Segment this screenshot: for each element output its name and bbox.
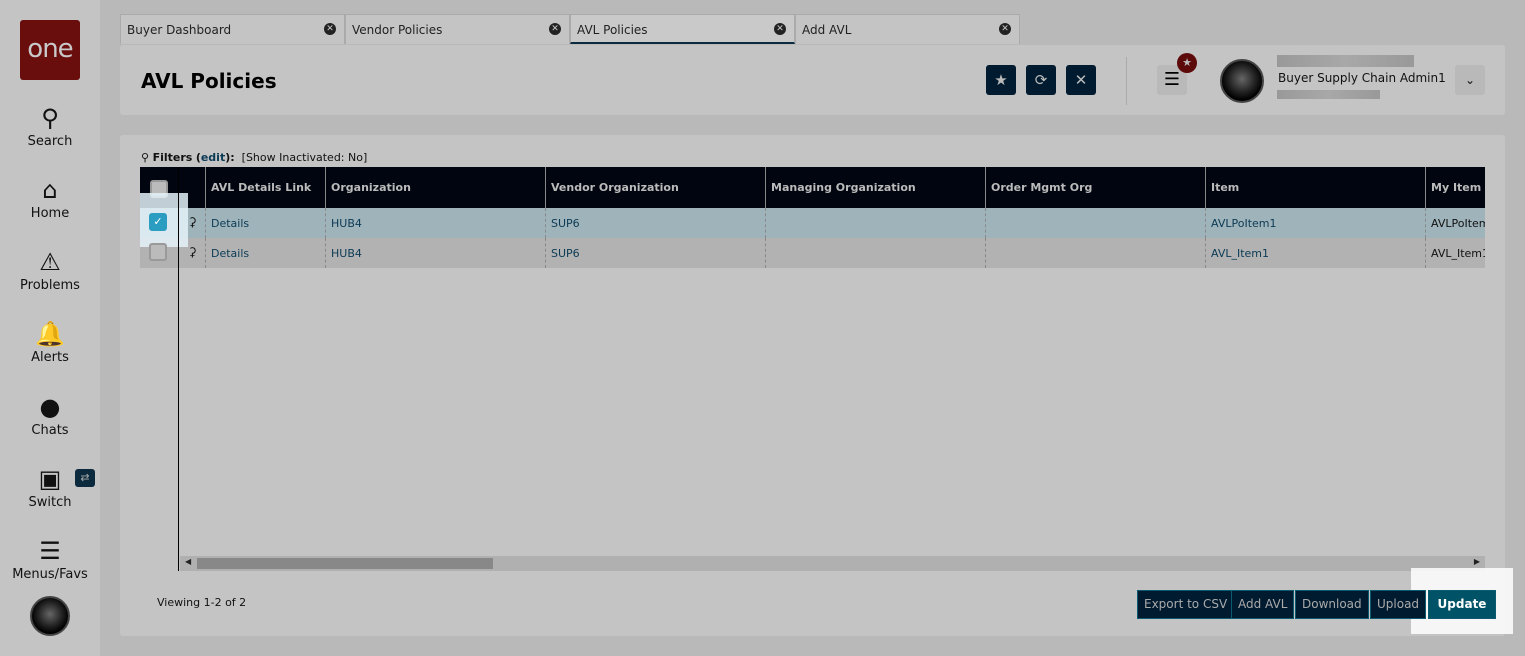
item-cell[interactable]: AVLPoItem1	[1205, 208, 1425, 238]
order-mgmt-org-cell	[985, 238, 1205, 268]
sidebar-label: Menus/Favs	[12, 567, 88, 582]
organization-cell[interactable]: HUB4	[325, 238, 545, 268]
tab-avl-policies[interactable]: AVL Policies ✕	[570, 14, 795, 44]
home-icon: ⌂	[42, 176, 58, 204]
row-checkbox-checked[interactable]: ✓	[149, 213, 167, 231]
sidebar-item-home[interactable]: ⌂ Home	[0, 176, 100, 221]
sidebar: one ⚲ Search ⌂ Home ⚠ Problems 🔔 Alerts ● Cha…	[0, 0, 100, 656]
row-info-icon[interactable]: ⚳	[188, 215, 197, 229]
page-header: AVL Policies ★ ⟳ ✕ ☰ ★ Buyer Supply Chai…	[120, 45, 1505, 115]
favorite-button[interactable]: ★	[986, 65, 1016, 95]
sidebar-label: Home	[30, 206, 70, 221]
divider	[1126, 57, 1127, 105]
filters-label: Filters	[152, 151, 193, 164]
column-header[interactable]: Order Mgmt Org	[985, 167, 1205, 208]
organization-cell[interactable]: HUB4	[325, 208, 545, 238]
search-icon: ⚲	[141, 151, 150, 164]
update-button[interactable]: Update	[1428, 590, 1496, 619]
order-mgmt-org-cell	[985, 208, 1205, 238]
filters-bar: ⚲ Filters (edit): [Show Inactivated: No]	[141, 151, 368, 164]
tab-label: Add AVL	[802, 23, 852, 37]
chat-icon: ●	[39, 393, 61, 421]
tab-add-avl[interactable]: Add AVL ✕	[795, 14, 1020, 44]
user-role: Buyer Supply Chain Admin1	[1278, 71, 1446, 85]
tab-bar: Buyer Dashboard ✕ Vendor Policies ✕ AVL Po…	[120, 14, 1020, 44]
column-header[interactable]: Vendor Organization	[545, 167, 765, 208]
tab-buyer-dashboard[interactable]: Buyer Dashboard ✕	[120, 14, 345, 44]
avl-table: AVL Details Link Organization Vendor Org…	[140, 167, 1485, 571]
scroll-right-icon[interactable]: ▶	[1474, 557, 1480, 566]
download-button[interactable]: Download	[1295, 590, 1369, 619]
item-cell[interactable]: AVL_Item1	[1205, 238, 1425, 268]
page-title: AVL Policies	[141, 69, 277, 93]
favorites-badge-icon: ★	[1177, 53, 1197, 73]
close-tab-icon[interactable]: ✕	[774, 23, 786, 35]
vendor-org-cell[interactable]: SUP6	[545, 238, 765, 268]
filters-edit-link[interactable]: edit	[201, 151, 225, 164]
filters-summary: [Show Inactivated: No]	[241, 151, 368, 164]
search-icon: ⚲	[41, 104, 59, 132]
column-header[interactable]: AVL Details Link	[205, 167, 325, 208]
sidebar-label: Chats	[31, 423, 69, 438]
column-header[interactable]: My Item	[1425, 167, 1485, 208]
table-row[interactable]: Details HUB4 SUP6 AVL_Item1 AVL_Item1- ⚳	[140, 238, 1485, 268]
refresh-icon: ⟳	[1034, 71, 1048, 89]
vendor-org-cell[interactable]: SUP6	[545, 208, 765, 238]
hamburger-icon: ☰	[1163, 69, 1181, 90]
row-info-icon[interactable]: ⚳	[188, 245, 197, 259]
sidebar-item-alerts[interactable]: 🔔 Alerts	[0, 320, 100, 365]
sidebar-item-problems[interactable]: ⚠ Problems	[0, 248, 100, 293]
add-avl-button[interactable]: Add AVL	[1231, 590, 1295, 619]
sidebar-item-search[interactable]: ⚲ Search	[0, 104, 100, 149]
close-tab-icon[interactable]: ✕	[999, 23, 1011, 35]
upload-button[interactable]: Upload	[1370, 590, 1427, 619]
blurred-org	[1277, 90, 1380, 99]
column-header[interactable]: Managing Organization	[765, 167, 985, 208]
grid-panel: ⚲ Filters (edit): [Show Inactivated: No]…	[120, 135, 1513, 636]
logo[interactable]: one	[20, 20, 80, 80]
refresh-button[interactable]: ⟳	[1026, 65, 1056, 95]
scroll-left-icon[interactable]: ◀	[185, 557, 191, 566]
viewing-count: Viewing 1-2 of 2	[157, 596, 247, 609]
star-icon: ★	[994, 71, 1008, 89]
sidebar-avatar[interactable]	[30, 596, 70, 636]
sidebar-label: Switch	[28, 495, 72, 510]
sidebar-item-menus-favs[interactable]: ☰ Menus/Favs	[0, 537, 100, 582]
warning-icon: ⚠	[39, 248, 61, 276]
frozen-column-divider	[178, 167, 179, 571]
close-icon: ✕	[1074, 71, 1088, 89]
sidebar-item-chats[interactable]: ● Chats	[0, 393, 100, 438]
close-button[interactable]: ✕	[1066, 65, 1096, 95]
sidebar-label: Alerts	[31, 350, 69, 365]
table-header: AVL Details Link Organization Vendor Org…	[140, 167, 1485, 208]
horizontal-scrollbar[interactable]: ◀ ▶	[180, 556, 1485, 571]
my-item-cell: AVLPoItem	[1425, 208, 1485, 238]
sidebar-label: Problems	[20, 278, 80, 293]
details-link[interactable]: Details	[205, 238, 325, 268]
my-item-cell: AVL_Item1-	[1425, 238, 1485, 268]
managing-org-cell	[765, 238, 985, 268]
user-dropdown-button[interactable]: ⌄	[1455, 65, 1485, 95]
user-avatar[interactable]	[1220, 59, 1264, 103]
scrollbar-thumb[interactable]	[197, 558, 493, 569]
tab-label: Vendor Policies	[352, 23, 443, 37]
tab-label: Buyer Dashboard	[127, 23, 232, 37]
details-link[interactable]: Details	[205, 208, 325, 238]
menu-icon: ☰	[39, 537, 61, 565]
table-row[interactable]: Details HUB4 SUP6 AVLPoItem1 AVLPoItem ⚳	[140, 208, 1485, 238]
bell-icon: 🔔	[35, 320, 65, 348]
column-header[interactable]: Item	[1205, 167, 1425, 208]
export-csv-button[interactable]: Export to CSV	[1137, 590, 1235, 619]
tab-label: AVL Policies	[577, 23, 648, 37]
sidebar-label: Search	[27, 134, 73, 149]
close-tab-icon[interactable]: ✕	[324, 23, 336, 35]
row-checkbox[interactable]	[149, 243, 167, 261]
blurred-username	[1277, 55, 1414, 67]
chevron-down-icon: ⌄	[1464, 73, 1476, 87]
column-header[interactable]: Organization	[325, 167, 545, 208]
tab-vendor-policies[interactable]: Vendor Policies ✕	[345, 14, 570, 44]
managing-org-cell	[765, 208, 985, 238]
close-tab-icon[interactable]: ✕	[549, 23, 561, 35]
switch-badge-icon: ⇄	[75, 469, 95, 487]
